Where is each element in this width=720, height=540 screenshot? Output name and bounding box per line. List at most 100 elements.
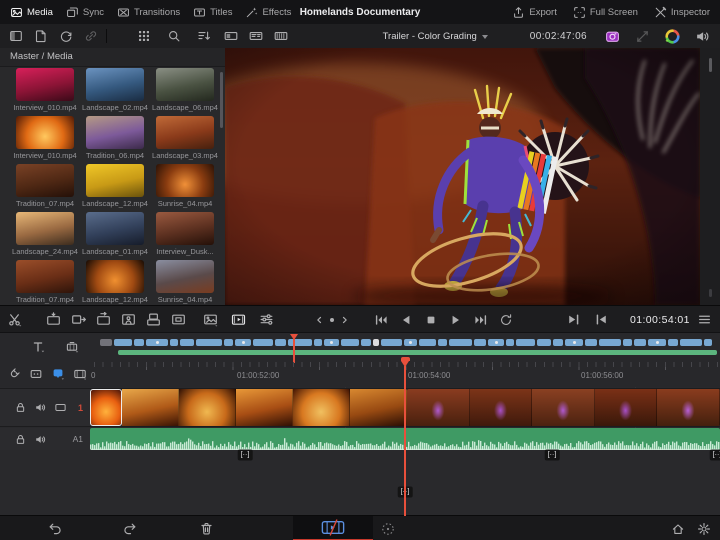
view-filmstrip-b-icon[interactable] xyxy=(249,29,263,43)
timeline-timecode[interactable]: 01:00:54:01 xyxy=(630,306,690,333)
viewer-strip-mark xyxy=(709,289,712,297)
clip-frame-thumbnail xyxy=(595,389,658,426)
menu-item-titles[interactable]: Titles xyxy=(193,6,232,19)
transitions-icon xyxy=(117,6,130,19)
camera-grade-icon[interactable] xyxy=(605,29,620,44)
skip-end-icon[interactable] xyxy=(474,313,488,327)
jog-control[interactable] xyxy=(314,306,350,333)
media-item[interactable]: Landscape_12.mp4 xyxy=(81,260,149,308)
media-item[interactable]: Landscape_12.mp4 xyxy=(81,164,149,212)
media-item[interactable]: Interview_010.mp4 xyxy=(11,116,79,164)
clip-marker-badge[interactable]: [··] xyxy=(238,450,253,461)
inspector-icon xyxy=(654,6,667,19)
media-item[interactable]: Landscape_06.mp4 xyxy=(151,68,219,116)
menu-item-media[interactable]: Media xyxy=(10,6,53,19)
clip-marker-badge[interactable]: [··] xyxy=(545,450,560,461)
color-wheel-icon[interactable] xyxy=(665,29,680,44)
lock-icon[interactable] xyxy=(14,401,27,414)
media-item[interactable]: Landscape_03.mp4 xyxy=(151,116,219,164)
search-icon[interactable] xyxy=(167,29,181,43)
monitor-icon[interactable] xyxy=(54,401,67,414)
tab-cut-page[interactable] xyxy=(293,516,373,540)
view-filmstrip-a-icon[interactable] xyxy=(224,29,238,43)
lock-icon[interactable] xyxy=(14,433,27,446)
close-up-icon[interactable] xyxy=(121,312,136,327)
resize-icon[interactable] xyxy=(635,29,650,44)
audio-track-number: A1 xyxy=(73,434,83,444)
edit-jump-group xyxy=(566,306,609,333)
media-item[interactable]: Landscape_24.mp4 xyxy=(11,212,79,260)
media-item[interactable]: Sunrise_04.mp4 xyxy=(151,260,219,308)
media-item[interactable]: Landscape_01.mp4 xyxy=(81,212,149,260)
timeline-options-menu[interactable] xyxy=(697,306,712,333)
snap-magnet-icon[interactable] xyxy=(7,367,21,381)
toolbar-separator xyxy=(106,29,107,43)
clip-marker-badge[interactable]: [··] xyxy=(398,487,413,498)
append-clip-icon[interactable] xyxy=(71,312,86,327)
video-clip-dancer[interactable] xyxy=(407,389,720,426)
play-reverse-icon[interactable] xyxy=(399,313,413,327)
mute-icon[interactable] xyxy=(34,401,47,414)
media-item[interactable]: Interview_Dusk... xyxy=(151,212,219,260)
menu-item-export[interactable]: Export xyxy=(512,6,556,19)
relink-icon[interactable] xyxy=(59,29,73,43)
unlink-icon[interactable] xyxy=(84,29,98,43)
skip-start-icon[interactable] xyxy=(374,313,388,327)
panel-split-icon[interactable] xyxy=(9,29,23,43)
menu-item-fullscreen[interactable]: Full Screen xyxy=(573,6,638,19)
media-item[interactable]: Interview_010.mp4 xyxy=(11,68,79,116)
tools-icon[interactable] xyxy=(259,312,274,327)
tab-color-page[interactable] xyxy=(380,516,396,540)
viewer-zoom-handle[interactable] xyxy=(709,58,712,72)
viewer-icons-group xyxy=(605,29,720,44)
media-scrollbar[interactable] xyxy=(220,72,223,128)
marker-flag-icon[interactable] xyxy=(51,367,65,381)
trash-icon[interactable] xyxy=(199,521,214,536)
sort-icon[interactable] xyxy=(197,29,211,43)
menu-item-transitions[interactable]: Transitions xyxy=(117,6,180,19)
picture-in-picture-icon[interactable] xyxy=(203,312,218,327)
media-item[interactable]: Sunrise_04.mp4 xyxy=(151,164,219,212)
stop-icon[interactable] xyxy=(424,313,438,327)
view-film-icon[interactable] xyxy=(274,29,288,43)
minimap-playhead[interactable] xyxy=(290,334,299,340)
viewer[interactable] xyxy=(225,48,700,305)
breadcrumb[interactable]: Master / Media xyxy=(0,48,225,67)
jump-next-edit-icon[interactable] xyxy=(566,312,581,327)
new-bin-icon[interactable] xyxy=(34,29,48,43)
timeline-minimap[interactable] xyxy=(100,338,717,356)
timeline-name-dropdown[interactable]: Trailer - Color Grading xyxy=(383,31,488,42)
loop-icon[interactable] xyxy=(499,313,513,327)
marker-index-icon[interactable] xyxy=(29,367,43,381)
menu-item-effects[interactable]: Effects xyxy=(245,6,291,19)
speaker-icon[interactable] xyxy=(695,29,710,44)
media-item[interactable]: Tradition_07.mp4 xyxy=(11,164,79,212)
source-overwrite-icon[interactable] xyxy=(171,312,186,327)
media-item[interactable]: Tradition_07.mp4 xyxy=(11,260,79,308)
split-icon[interactable] xyxy=(7,312,22,327)
undo-icon[interactable] xyxy=(47,521,62,536)
redo-icon[interactable] xyxy=(123,521,138,536)
mute-icon[interactable] xyxy=(34,433,47,446)
source-timecode[interactable]: 00:02:47:06 xyxy=(530,31,587,42)
menu-item-sync[interactable]: Sync xyxy=(66,6,104,19)
place-on-top-icon[interactable] xyxy=(146,312,161,327)
timeline-ruler[interactable]: 01:00:52:0001:00:54:0001:00:56:000 xyxy=(90,361,720,387)
media-item[interactable]: Landscape_02.mp4 xyxy=(81,68,149,116)
settings-gear-icon[interactable] xyxy=(697,522,711,536)
filmstrip-view-icon[interactable] xyxy=(73,367,87,381)
smart-insert-icon[interactable] xyxy=(46,312,61,327)
play-icon[interactable] xyxy=(449,313,463,327)
menu-item-inspector[interactable]: Inspector xyxy=(654,6,710,19)
video-clip-sunset[interactable] xyxy=(90,389,407,426)
home-icon[interactable] xyxy=(671,522,685,536)
clip-marker-badge[interactable]: [··] xyxy=(710,450,720,461)
grid-view-icon[interactable] xyxy=(137,29,151,43)
text-tool-icon[interactable] xyxy=(31,340,45,354)
source-tape-icon[interactable] xyxy=(231,312,246,327)
audio-clip[interactable] xyxy=(90,428,720,450)
jump-prev-edit-icon[interactable] xyxy=(594,312,609,327)
trim-editor-icon[interactable] xyxy=(65,340,79,354)
ripple-overwrite-icon[interactable] xyxy=(96,312,111,327)
media-item[interactable]: Tradition_06.mp4 xyxy=(81,116,149,164)
